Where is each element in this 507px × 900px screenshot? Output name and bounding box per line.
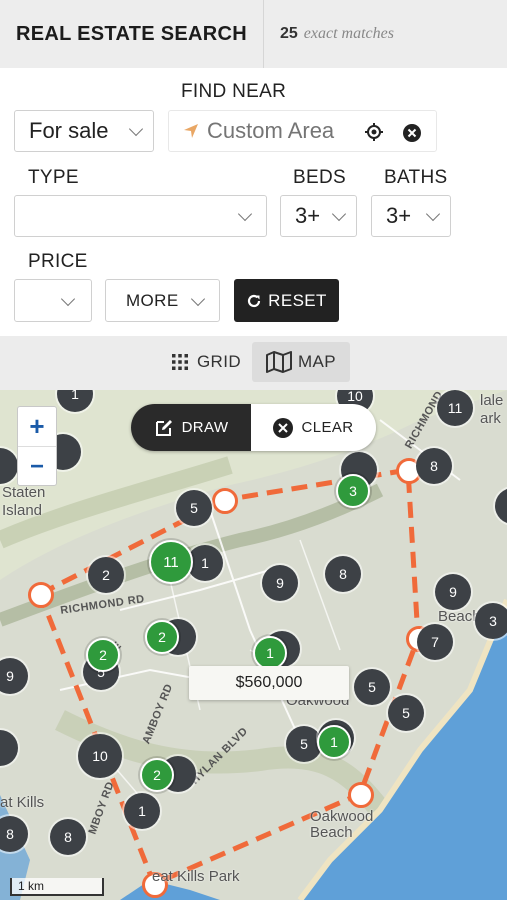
listing-cluster-match[interactable]: 2 bbox=[140, 758, 174, 792]
listing-cluster[interactable]: 10 bbox=[78, 734, 122, 778]
map-label-place: lale bbox=[480, 392, 504, 409]
grid-icon bbox=[171, 354, 188, 370]
beds-label: BEDS bbox=[293, 167, 346, 188]
draw-toolbar: DRAW CLEAR bbox=[131, 404, 376, 451]
clear-button[interactable]: CLEAR bbox=[251, 404, 376, 451]
beds-value: 3+ bbox=[295, 203, 321, 228]
baths-label: BATHS bbox=[384, 167, 448, 188]
listing-cluster[interactable]: 8 bbox=[325, 556, 361, 592]
map-label-place: eat Kills Park bbox=[152, 868, 240, 885]
chevron-down-icon bbox=[128, 121, 144, 137]
listing-cluster[interactable]: 5 bbox=[176, 490, 212, 526]
filter-panel: For sale FIND NEAR TYPE BEDS 3+ BATHS 3+… bbox=[0, 68, 507, 336]
listing-cluster-match[interactable]: 1 bbox=[253, 636, 287, 670]
listing-cluster[interactable]: 5 bbox=[388, 695, 424, 731]
listing-cluster-match[interactable]: 3 bbox=[336, 474, 370, 508]
view-toggle-bar: GRID MAP bbox=[0, 336, 507, 390]
reset-label: RESET bbox=[268, 290, 327, 310]
chevron-down-icon bbox=[190, 291, 206, 306]
chevron-down-icon bbox=[425, 206, 441, 222]
type-select[interactable] bbox=[14, 195, 267, 237]
listing-cluster[interactable]: 2 bbox=[88, 557, 124, 593]
map-label: MAP bbox=[297, 352, 337, 371]
listing-cluster-match[interactable]: 11 bbox=[149, 540, 193, 584]
find-near-field[interactable] bbox=[168, 110, 437, 152]
find-near-label: FIND NEAR bbox=[181, 81, 287, 102]
map-icon bbox=[265, 351, 292, 373]
price-select[interactable] bbox=[14, 279, 92, 322]
baths-select[interactable]: 3+ bbox=[371, 195, 451, 237]
app-header: REAL ESTATE SEARCH 25 exact matches bbox=[0, 0, 507, 68]
listing-type-value: For sale bbox=[29, 118, 109, 143]
clear-location-icon[interactable] bbox=[403, 124, 421, 142]
clear-circle-icon bbox=[273, 417, 294, 438]
page-title: REAL ESTATE SEARCH bbox=[0, 0, 264, 68]
baths-value: 3+ bbox=[386, 203, 412, 228]
map-label-place: Oakwood bbox=[310, 808, 374, 825]
listing-cluster[interactable]: 9 bbox=[435, 574, 471, 610]
map-scale: 1 km bbox=[10, 878, 104, 896]
listing-cluster[interactable]: 8 bbox=[50, 819, 86, 855]
listing-cluster[interactable]: 3 bbox=[475, 603, 507, 639]
map-view-button[interactable]: MAP bbox=[252, 342, 350, 382]
listing-cluster[interactable]: 7 bbox=[417, 624, 453, 660]
listing-cluster-match[interactable]: 2 bbox=[145, 620, 179, 654]
draw-button[interactable]: DRAW bbox=[131, 404, 251, 451]
location-arrow-icon bbox=[184, 124, 198, 138]
map-label-place: Staten bbox=[2, 484, 46, 501]
price-label: PRICE bbox=[28, 251, 88, 272]
refresh-icon bbox=[248, 294, 261, 307]
reset-button[interactable]: RESET bbox=[234, 279, 339, 322]
listing-cluster-match[interactable]: 2 bbox=[86, 638, 120, 672]
match-count-number: 25 bbox=[280, 25, 298, 42]
map-view[interactable]: Staten Island Oakwood Oakwood Beach at K… bbox=[0, 390, 507, 900]
chevron-down-icon bbox=[237, 206, 253, 222]
listing-cluster[interactable]: 11 bbox=[437, 390, 473, 426]
more-filters-button[interactable]: MORE bbox=[105, 279, 220, 322]
listing-cluster[interactable]: 8 bbox=[416, 448, 452, 484]
type-label: TYPE bbox=[28, 167, 79, 188]
find-near-input[interactable] bbox=[207, 117, 357, 145]
map-label-place: at Kills bbox=[0, 794, 45, 811]
listing-cluster[interactable]: 5 bbox=[354, 669, 390, 705]
match-count-label: exact matches bbox=[303, 25, 394, 42]
zoom-in-button[interactable]: + bbox=[18, 407, 56, 447]
map-label-place: Beach bbox=[310, 824, 353, 841]
listing-cluster[interactable]: 9 bbox=[262, 565, 298, 601]
polygon-vertex[interactable] bbox=[28, 582, 54, 608]
listing-type-select[interactable]: For sale bbox=[14, 110, 154, 152]
price-popup[interactable]: $560,000 bbox=[189, 666, 349, 700]
map-label-place: ark bbox=[480, 410, 501, 427]
polygon-vertex[interactable] bbox=[348, 782, 374, 808]
polygon-vertex[interactable] bbox=[212, 488, 238, 514]
clear-label: CLEAR bbox=[301, 419, 354, 436]
zoom-out-button[interactable]: − bbox=[18, 447, 56, 486]
chevron-down-icon bbox=[331, 206, 347, 222]
listing-cluster[interactable]: 1 bbox=[124, 793, 160, 829]
more-label: MORE bbox=[126, 290, 179, 310]
map-label-place: Island bbox=[2, 502, 43, 519]
beds-select[interactable]: 3+ bbox=[280, 195, 357, 237]
my-location-icon[interactable] bbox=[364, 122, 384, 142]
chevron-down-icon bbox=[60, 291, 76, 306]
match-count: 25 exact matches bbox=[264, 0, 394, 68]
grid-view-button[interactable]: GRID bbox=[164, 342, 248, 382]
edit-icon bbox=[155, 419, 172, 436]
zoom-control: + − bbox=[17, 406, 57, 486]
draw-label: DRAW bbox=[181, 419, 229, 436]
grid-label: GRID bbox=[196, 352, 242, 371]
listing-cluster-match[interactable]: 1 bbox=[317, 725, 351, 759]
